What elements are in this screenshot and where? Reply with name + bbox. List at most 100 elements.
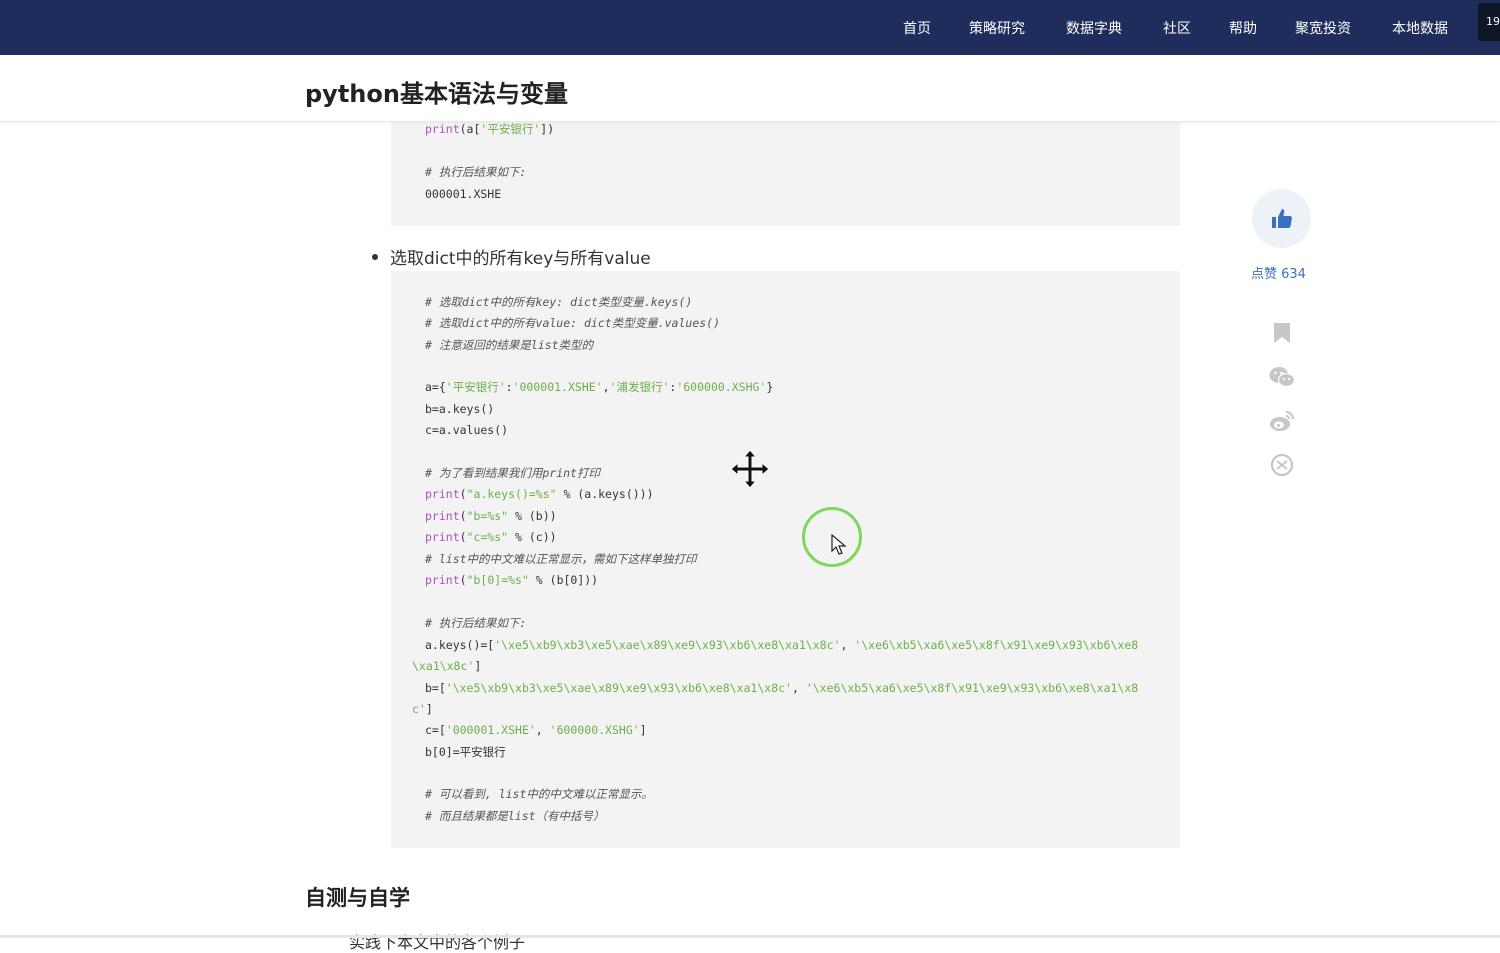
code-comment: # 选取dict中的所有value: dict类型变量.values() <box>425 316 721 330</box>
code-string: "c=%s" <box>466 530 509 544</box>
bookmark-button[interactable] <box>1268 319 1295 346</box>
code-keyword: print <box>425 509 460 523</box>
code-output: \xa1\x8c'] <box>412 658 481 674</box>
wechat-icon <box>1269 366 1295 387</box>
code-string: '\xe6\xb5\xa6\xe5\x8f\x91\xe9\x93\xb6\xe… <box>854 638 1139 652</box>
mouse-pointer-icon <box>831 534 847 555</box>
user-badge-text: 19 <box>1486 15 1500 28</box>
code-output: c=['000001.XSHE', '600000.XSHG'] <box>425 722 647 738</box>
code-line: print(a['平安银行']) <box>425 121 554 137</box>
user-badge[interactable]: 19 <box>1478 3 1500 41</box>
code-output: b[0]=平安银行 <box>425 745 506 759</box>
code-text: ] <box>474 659 482 673</box>
code-text: , <box>791 681 806 695</box>
wechat-share-button[interactable] <box>1268 363 1295 390</box>
code-keyword: print <box>425 530 460 544</box>
like-count: 点赞 634 <box>1251 267 1306 282</box>
code-output: 000001.XSHE <box>425 187 502 201</box>
code-string: '600000.XSHG' <box>549 723 640 737</box>
section-heading: 自测与自学 <box>305 886 410 910</box>
code-text: a.keys()=[ <box>425 638 495 652</box>
code-text: c=[ <box>425 723 446 737</box>
weibo-icon <box>1269 410 1294 431</box>
nav-item-strategy-research[interactable]: 策略研究 <box>969 18 1025 38</box>
code-string: "b[0]=%s" <box>466 573 529 587</box>
code-text: % (a.keys())) <box>556 487 654 501</box>
move-cursor-icon <box>730 449 770 489</box>
code-text: , <box>535 723 550 737</box>
share-icon <box>1270 453 1293 476</box>
code-text: , <box>602 380 610 394</box>
code-line: print("b[0]=%s" % (b[0])) <box>425 572 598 588</box>
code-string: '000001.XSHE' <box>445 723 536 737</box>
code-string: '浦发银行' <box>609 380 670 394</box>
paragraph-text: 实践下本文中的各个例子 <box>349 933 526 952</box>
code-string: "b=%s" <box>466 509 509 523</box>
code-comment: # 执行后结果如下: <box>425 616 527 630</box>
code-text: % (c)) <box>508 530 557 544</box>
nav-item-local-data[interactable]: 本地数据 <box>1392 18 1448 38</box>
code-string: '\xe6\xb5\xa6\xe5\x8f\x91\xe9\x93\xb6\xe… <box>805 681 1139 695</box>
code-text: % (b)) <box>508 509 557 523</box>
code-string: '\xe5\xb9\xb3\xe5\xae\x89\xe9\x93\xb6\xe… <box>445 681 792 695</box>
code-comment: # 而且结果都是list（有中括号） <box>425 809 605 823</box>
code-string: '平安银行' <box>445 380 506 394</box>
code-text: (a[ <box>459 122 481 136</box>
top-navbar: 首页 策略研究 数据字典 社区 帮助 聚宽投资 本地数据 19 <box>0 0 1500 55</box>
code-line: print("a.keys()=%s" % (a.keys())) <box>425 486 654 502</box>
bullet-dot <box>372 254 378 260</box>
code-line: a={'平安银行':'000001.XSHE','浦发银行':'600000.X… <box>425 379 773 395</box>
nav-item-joinquant-invest[interactable]: 聚宽投资 <box>1295 18 1351 38</box>
list-item-text: 选取dict中的所有key与所有value <box>390 249 651 269</box>
page-title: python基本语法与变量 <box>305 80 568 108</box>
code-comment: # 选取dict中的所有key: dict类型变量.keys() <box>425 295 693 309</box>
code-comment: # 可以看到, list中的中文难以正常显示。 <box>425 787 653 801</box>
code-text: ( <box>459 487 467 501</box>
code-text: ( <box>459 530 467 544</box>
nav-item-help[interactable]: 帮助 <box>1229 18 1257 38</box>
code-string: '平安银行' <box>480 122 541 136</box>
bookmark-icon <box>1273 322 1290 343</box>
code-text: a={ <box>425 380 446 394</box>
code-text: b=[ <box>425 681 446 695</box>
code-line: print("c=%s" % (c)) <box>425 529 557 545</box>
code-keyword: print <box>425 122 460 136</box>
code-text: ] <box>639 723 647 737</box>
weibo-share-button[interactable] <box>1268 407 1295 434</box>
code-keyword: print <box>425 573 460 587</box>
code-string: "a.keys()=%s" <box>466 487 557 501</box>
list-item: 选取dict中的所有key与所有value <box>372 244 651 269</box>
code-comment: # 注意返回的结果是list类型的 <box>425 338 594 352</box>
code-text: , <box>840 638 855 652</box>
code-comment: # list中的中文难以正常显示，需如下这样单独打印 <box>425 552 697 566</box>
more-share-button[interactable] <box>1268 451 1295 478</box>
code-output: a.keys()=['\xe5\xb9\xb3\xe5\xae\x89\xe9\… <box>425 637 1138 653</box>
code-string: '\xe5\xb9\xb3\xe5\xae\x89\xe9\x93\xb6\xe… <box>494 638 841 652</box>
code-output: c'] <box>412 701 433 717</box>
code-text: ]) <box>540 122 555 136</box>
nav-item-community[interactable]: 社区 <box>1163 18 1191 38</box>
code-string: '000001.XSHE' <box>512 380 603 394</box>
code-line: b=a.keys() <box>425 402 495 416</box>
code-text: : <box>505 380 513 394</box>
nav-item-home[interactable]: 首页 <box>903 18 931 38</box>
code-block: # 选取dict中的所有key: dict类型变量.keys() # 选取dic… <box>391 271 1180 848</box>
code-string: \xa1\x8c' <box>412 659 475 673</box>
nav-item-data-dictionary[interactable]: 数据字典 <box>1066 18 1122 38</box>
code-keyword: print <box>425 487 460 501</box>
like-button[interactable] <box>1252 189 1311 248</box>
code-comment: # 为了看到结果我们用print打印 <box>425 466 600 480</box>
code-text: } <box>766 380 774 394</box>
code-line: print("b=%s" % (b)) <box>425 508 557 524</box>
code-string: '600000.XSHG' <box>676 380 767 394</box>
code-line: c=a.values() <box>425 423 509 437</box>
article-title-bar: python基本语法与变量 <box>0 55 1500 122</box>
code-text: ( <box>459 509 467 523</box>
code-output: b=['\xe5\xb9\xb3\xe5\xae\x89\xe9\x93\xb6… <box>425 680 1138 696</box>
code-string: c' <box>412 702 426 716</box>
code-text: ] <box>425 702 433 716</box>
thumbs-up-icon <box>1271 208 1292 228</box>
code-text: ( <box>459 573 467 587</box>
code-comment: # 执行后结果如下: <box>425 165 527 179</box>
code-text: % (b[0])) <box>528 573 599 587</box>
